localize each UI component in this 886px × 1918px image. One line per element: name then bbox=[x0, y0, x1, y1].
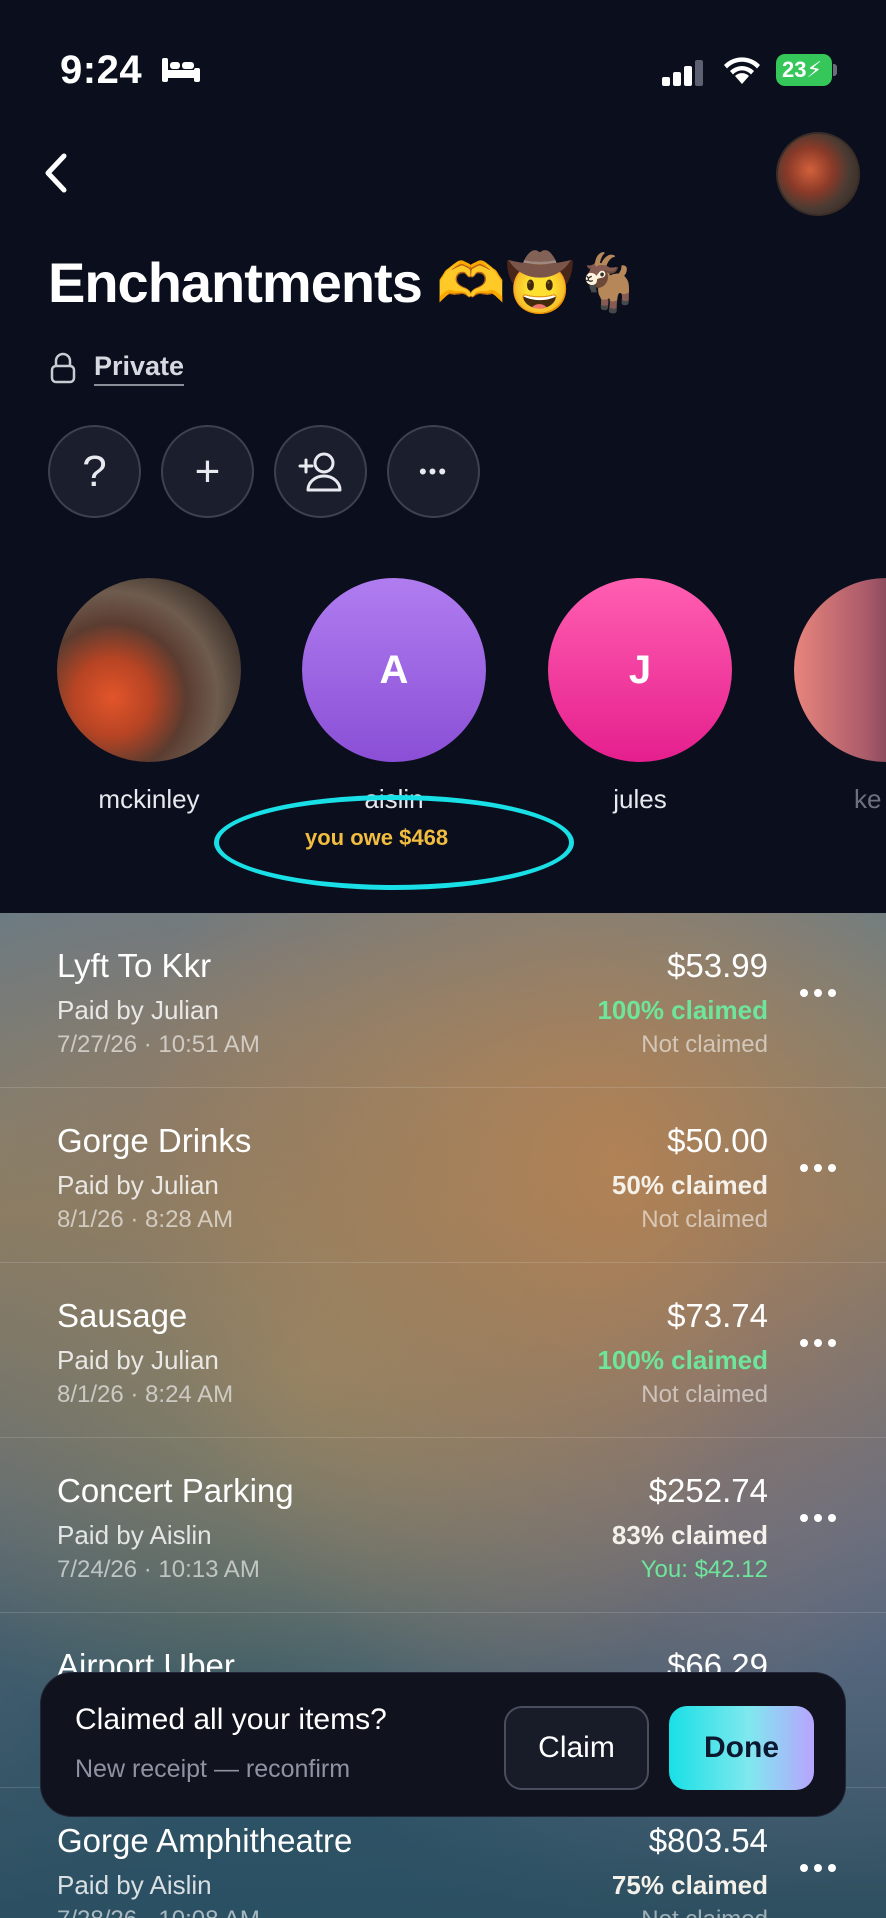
expense-claimed-percent: 75% claimed bbox=[611, 1870, 768, 1900]
add-expense-button[interactable]: + bbox=[161, 425, 254, 518]
expense-row[interactable]: Lyft To Kkr Paid by Julian 7/27/26 · 10:… bbox=[0, 913, 886, 1088]
battery-level: 23⚡ bbox=[776, 54, 832, 86]
expense-amount: $803.54 bbox=[648, 1822, 768, 1859]
done-button[interactable]: Done bbox=[669, 1706, 814, 1790]
expense-claimed-percent: 100% claimed bbox=[597, 1345, 768, 1375]
expense-name: Sausage bbox=[57, 1297, 188, 1334]
privacy-setting[interactable]: Private bbox=[50, 348, 185, 388]
member-aislin[interactable]: A aislin bbox=[302, 578, 486, 815]
group-action-bar: ? + ••• bbox=[48, 425, 480, 518]
member-initial: A bbox=[379, 647, 409, 692]
expense-payer: Paid by Julian bbox=[57, 995, 219, 1025]
lock-icon bbox=[50, 352, 76, 384]
member-initial-avatar bbox=[794, 578, 886, 762]
claim-button[interactable]: Claim bbox=[504, 1706, 649, 1790]
expense-date: 7/24/26 · 10:13 AM bbox=[57, 1556, 260, 1583]
group-title: Enchantments 🫶🤠🐐 bbox=[48, 251, 644, 314]
group-header-section: 9:24 23⚡ Enchantments 🫶🤠🐐 Private ? + ••… bbox=[0, 0, 886, 913]
ellipsis-icon: ••• bbox=[418, 458, 449, 484]
ellipsis-menu-icon[interactable] bbox=[798, 1860, 838, 1876]
expense-claim-status: Not claimed bbox=[641, 1031, 768, 1058]
ellipsis-menu-icon[interactable] bbox=[798, 1510, 838, 1526]
expense-date: 8/1/26 · 8:28 AM bbox=[57, 1206, 234, 1233]
expense-date: 7/28/26 · 10:08 AM bbox=[57, 1906, 260, 1918]
ellipsis-menu-icon[interactable] bbox=[798, 1335, 838, 1351]
expense-name: Gorge Amphitheatre bbox=[57, 1822, 353, 1859]
user-profile-avatar[interactable] bbox=[776, 132, 860, 216]
expense-claim-status: Not claimed bbox=[641, 1206, 768, 1233]
more-options-button[interactable]: ••• bbox=[387, 425, 480, 518]
battery-indicator: 23⚡ bbox=[776, 54, 838, 86]
add-member-button[interactable] bbox=[274, 425, 367, 518]
expense-payer: Paid by Julian bbox=[57, 1345, 219, 1375]
member-initial: J bbox=[628, 647, 652, 692]
expense-claimed-percent: 100% claimed bbox=[597, 995, 768, 1025]
member-mckinley[interactable]: mckinley bbox=[57, 578, 241, 815]
expense-date: 7/27/26 · 10:51 AM bbox=[57, 1031, 260, 1058]
member-photo-avatar bbox=[57, 578, 241, 762]
wifi-icon bbox=[724, 57, 760, 84]
expense-payer: Paid by Julian bbox=[57, 1170, 219, 1200]
expense-claimed-percent: 50% claimed bbox=[611, 1170, 768, 1200]
expense-payer: Paid by Aislin bbox=[57, 1520, 212, 1550]
status-time: 9:24 bbox=[60, 48, 143, 92]
banner-subtitle: New receipt — reconfirm bbox=[75, 1755, 351, 1783]
member-name: mckinley bbox=[98, 784, 200, 814]
expense-your-share: You: $42.12 bbox=[640, 1556, 768, 1583]
expense-name: Concert Parking bbox=[57, 1472, 294, 1509]
help-button[interactable]: ? bbox=[48, 425, 141, 518]
expense-amount: $53.99 bbox=[667, 947, 768, 984]
add-person-icon bbox=[298, 452, 341, 491]
expense-payer: Paid by Aislin bbox=[57, 1870, 212, 1900]
expense-name: Lyft To Kkr bbox=[57, 947, 212, 984]
plus-icon: + bbox=[194, 446, 221, 496]
expense-claim-status: Not claimed bbox=[641, 1381, 768, 1408]
question-mark-icon: ? bbox=[82, 446, 107, 496]
expense-date: 8/1/26 · 8:24 AM bbox=[57, 1381, 234, 1408]
expense-row[interactable]: Concert Parking Paid by Aislin 7/24/26 ·… bbox=[0, 1438, 886, 1613]
claim-confirm-banner: Claimed all your items? New receipt — re… bbox=[40, 1672, 846, 1817]
banner-title: Claimed all your items? bbox=[75, 1703, 387, 1736]
member-initial-avatar: J bbox=[548, 578, 732, 762]
member-name: ke bbox=[854, 784, 882, 814]
expense-amount: $50.00 bbox=[667, 1122, 768, 1159]
expense-row[interactable]: Gorge Drinks Paid by Julian 8/1/26 · 8:2… bbox=[0, 1088, 886, 1263]
back-chevron-icon[interactable] bbox=[36, 148, 76, 198]
member-ke[interactable]: ke bbox=[794, 578, 886, 815]
highlight-circle-annotation bbox=[214, 795, 574, 890]
expense-amount: $73.74 bbox=[667, 1297, 768, 1334]
ellipsis-menu-icon[interactable] bbox=[798, 1160, 838, 1176]
sleep-focus-icon bbox=[162, 58, 200, 82]
status-bar: 9:24 23⚡ bbox=[0, 0, 886, 140]
member-name: jules bbox=[613, 784, 667, 814]
expense-claimed-percent: 83% claimed bbox=[611, 1520, 768, 1550]
expense-claim-status: Not claimed bbox=[641, 1906, 768, 1918]
cellular-signal-icon bbox=[662, 60, 703, 86]
expense-name: Gorge Drinks bbox=[57, 1122, 252, 1159]
member-jules[interactable]: J jules bbox=[548, 578, 732, 815]
expense-row[interactable]: Sausage Paid by Julian 8/1/26 · 8:24 AM … bbox=[0, 1263, 886, 1438]
ellipsis-menu-icon[interactable] bbox=[798, 985, 838, 1001]
battery-tip bbox=[833, 64, 837, 76]
member-initial-avatar: A bbox=[302, 578, 486, 762]
privacy-label[interactable]: Private bbox=[94, 351, 185, 386]
expense-amount: $252.74 bbox=[648, 1472, 768, 1509]
